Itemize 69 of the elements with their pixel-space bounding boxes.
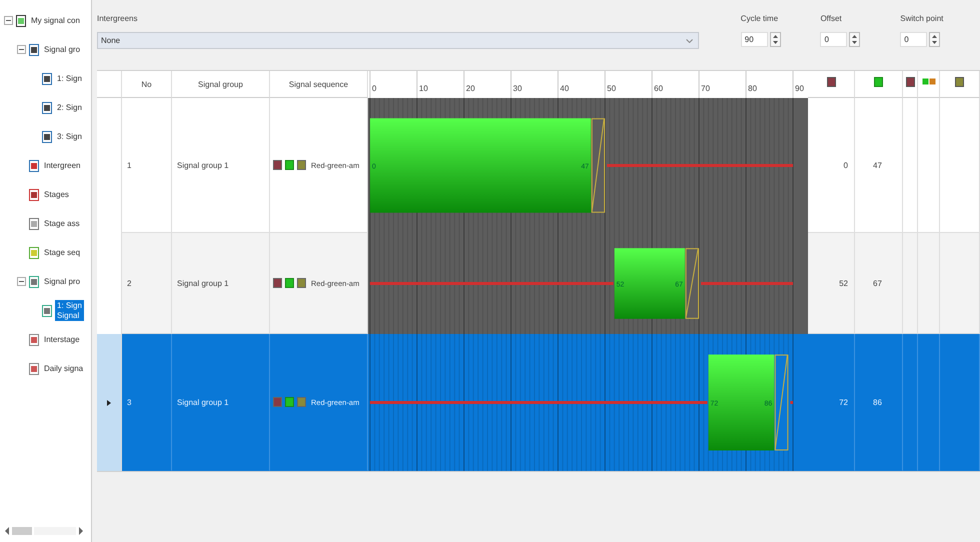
axis-tick-label: 70 [701, 84, 710, 93]
document-icon [29, 44, 39, 56]
number-field[interactable]: 0 [820, 32, 848, 47]
table-cell: 1 [122, 98, 172, 233]
current-row-icon [107, 400, 111, 406]
table-cell: 47 [855, 98, 903, 233]
column-header[interactable]: Signal group [172, 71, 270, 98]
signal-aspect-icon [955, 77, 964, 87]
signal-aspect-icon [874, 77, 883, 87]
table-cell: Signal group 1 [172, 98, 270, 233]
intergreens-label: Intergreens [97, 14, 138, 23]
tree-item[interactable]: 1: Sign [55, 72, 84, 84]
tree-item[interactable]: Signal gro [42, 44, 82, 56]
tree-item[interactable]: Signal pro [42, 276, 82, 288]
axis-tick-label: 0 [372, 84, 376, 93]
tree-item[interactable]: Interstage [42, 334, 82, 346]
spinner-arrows-icon[interactable] [929, 32, 940, 47]
document-icon [42, 130, 52, 142]
document-icon [42, 72, 52, 84]
tree-item[interactable]: 2: Sign [55, 102, 84, 114]
spinner-label: Switch point [900, 14, 944, 23]
transition-marker [685, 248, 699, 319]
phase-bar [614, 248, 685, 319]
axis-tick-label: 50 [607, 84, 616, 93]
axis-tick-label: 10 [419, 84, 428, 93]
table-cell: 86 [855, 334, 903, 471]
axis-tick-label: 40 [560, 84, 569, 93]
axis-tick-label: 20 [466, 84, 475, 93]
table-cell: 52 [808, 233, 855, 334]
spinner-arrows-icon[interactable] [849, 32, 860, 47]
axis-tick-label: 90 [795, 84, 804, 93]
scroll-right-icon[interactable] [78, 527, 84, 535]
axis-tick-label: 30 [513, 84, 522, 93]
table-cell: Signal group 1 [172, 233, 270, 334]
tree-item[interactable]: Intergreen [42, 160, 82, 172]
collapse-icon[interactable] [4, 16, 13, 25]
column-header[interactable]: Signal sequence [270, 71, 368, 98]
tree-item[interactable]: 3: Sign [55, 130, 84, 142]
scrollbar[interactable] [4, 526, 84, 536]
table-cell: 0 [808, 98, 855, 233]
table-cell: Signal group 1 [172, 334, 270, 471]
spinner-label: Offset [820, 14, 843, 23]
table-cell: 67 [855, 233, 903, 334]
scrollbar-thumb[interactable] [12, 527, 32, 535]
document-icon [42, 102, 52, 114]
signal-aspect-icon [906, 77, 914, 87]
signal-aspect-icon [826, 77, 836, 87]
axis-tick-label: 80 [748, 84, 757, 93]
tree-item[interactable]: Stages [42, 188, 71, 200]
tree-item[interactable]: Stage ass [42, 218, 82, 230]
scroll-left-icon[interactable] [4, 527, 10, 535]
signal-dots-icon [922, 77, 936, 85]
spinner-arrows-icon[interactable] [770, 32, 781, 47]
table-cell: 3 [122, 334, 172, 471]
axis-tick-label: 60 [654, 84, 663, 93]
collapse-icon[interactable] [17, 45, 26, 54]
intergreens-dropdown[interactable]: None [97, 32, 699, 49]
spinner-label: Cycle time [740, 14, 780, 23]
collapse-icon[interactable] [17, 277, 26, 286]
tree-item[interactable]: Stage seq [42, 246, 82, 258]
table-cell: 72 [808, 334, 855, 471]
tree-item[interactable]: Daily signa [42, 362, 86, 374]
column-header[interactable]: No [122, 71, 172, 98]
number-field[interactable]: 0 [900, 32, 928, 47]
chevron-down-icon [686, 38, 693, 42]
number-field[interactable]: 90 [740, 32, 768, 47]
tree-item[interactable]: 1: Sign Signal [55, 300, 84, 322]
tree-item[interactable]: My signal con [29, 14, 82, 26]
table-cell: 2 [122, 233, 172, 334]
